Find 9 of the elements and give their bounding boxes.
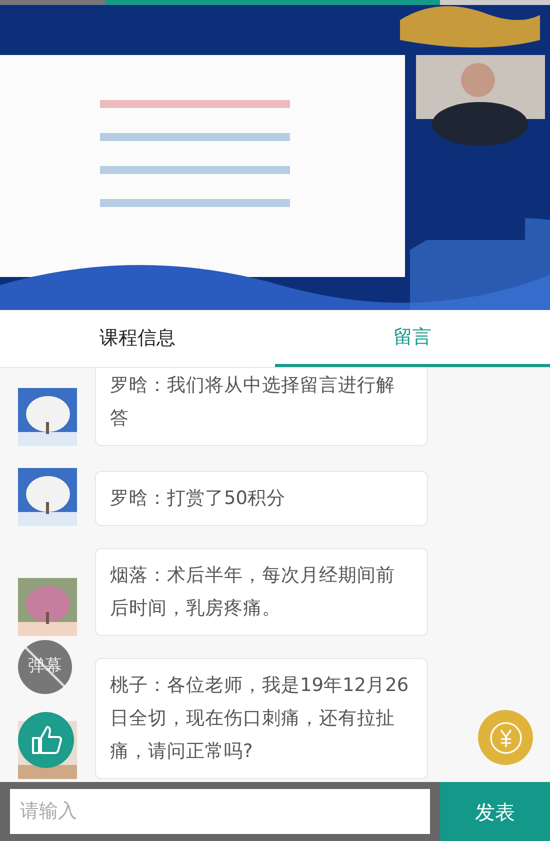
message-bubble: 烟落：术后半年，每次月经期间前后时间，乳房疼痛。 xyxy=(95,548,428,636)
yuan-icon xyxy=(488,720,522,754)
danmaku-toggle[interactable]: 弹幕 xyxy=(18,640,72,694)
thumbs-up-icon xyxy=(29,723,63,757)
message-bubble: 罗晗：我们将从中选择留言进行解答 xyxy=(95,368,428,446)
send-button[interactable]: 发表 xyxy=(440,782,550,841)
message-bubble: 桃子：各位老师，我是19年12月26日全切，现在伤口刺痛，还有拉扯痛，请问正常吗? xyxy=(95,658,428,779)
message-input[interactable]: 请输入 xyxy=(10,789,430,834)
message-bubble: 罗晗：打赏了50积分 xyxy=(95,471,428,526)
